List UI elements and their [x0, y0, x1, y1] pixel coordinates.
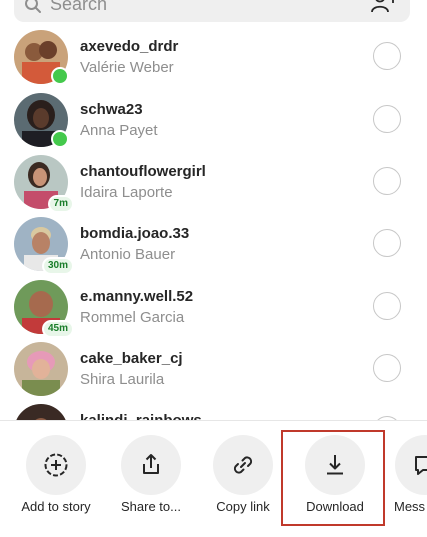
select-radio[interactable]: [373, 42, 401, 70]
share-sheet-screen: Search axevedo_drdr Valérie Weber schwa2…: [0, 0, 427, 537]
select-radio[interactable]: [373, 167, 401, 195]
search-icon: [25, 0, 41, 13]
contact-row[interactable]: axevedo_drdr Valérie Weber: [0, 30, 427, 92]
action-label: Share to...: [121, 499, 181, 514]
avatar: 7m: [14, 155, 74, 213]
action-label: Copy link: [216, 499, 270, 514]
contact-username: e.manny.well.52: [80, 288, 194, 305]
avatar: 30m: [14, 217, 74, 275]
select-radio[interactable]: [373, 292, 401, 320]
action-label: Add to story: [21, 499, 91, 514]
online-indicator: [51, 130, 69, 148]
share-to-button[interactable]: Share to...: [106, 421, 196, 531]
avatar: [14, 30, 69, 85]
share-icon: [143, 454, 159, 474]
message-button[interactable]: Mess: [382, 421, 427, 531]
add-to-story-icon: [44, 453, 68, 477]
download-highlight-box: [281, 430, 385, 526]
online-indicator: [51, 67, 69, 85]
contact-full-name: Rommel Garcia: [80, 309, 185, 326]
select-radio[interactable]: [373, 229, 401, 257]
contact-row[interactable]: schwa23 Anna Payet: [0, 93, 427, 155]
select-radio[interactable]: [373, 354, 401, 382]
active-ago-badge: 7m: [47, 195, 74, 213]
avatar: 45m: [14, 280, 74, 338]
active-ago-badge: 30m: [41, 257, 74, 275]
message-icon: [415, 456, 427, 475]
add-people-icon[interactable]: [370, 0, 400, 14]
contact-row[interactable]: 30m bomdia.joao.33 Antonio Bauer: [0, 217, 427, 279]
active-ago-badge: 45m: [41, 320, 74, 338]
search-bar[interactable]: Search: [14, 0, 410, 22]
copy-link-button[interactable]: Copy link: [198, 421, 288, 531]
contact-username: chantouflowergirl: [80, 163, 206, 180]
select-radio[interactable]: [373, 105, 401, 133]
search-placeholder: Search: [50, 0, 108, 14]
contact-username: cake_baker_cj: [80, 350, 183, 367]
contact-username: axevedo_drdr: [80, 38, 179, 55]
contact-username: bomdia.joao.33: [80, 225, 190, 242]
action-label: Mess: [394, 499, 426, 514]
avatar: [14, 342, 68, 396]
contact-row[interactable]: cake_baker_cj Shira Laurila: [0, 342, 427, 404]
avatar: [14, 93, 69, 148]
contact-full-name: Valérie Weber: [80, 59, 174, 76]
contact-full-name: Antonio Bauer: [80, 246, 176, 263]
contact-full-name: Shira Laurila: [80, 371, 165, 388]
contact-username: schwa23: [80, 101, 143, 118]
add-to-story-button[interactable]: Add to story: [11, 421, 101, 531]
contact-full-name: Idaira Laporte: [80, 184, 173, 201]
contact-row[interactable]: 7m chantouflowergirl Idaira Laporte: [0, 155, 427, 217]
contact-full-name: Anna Payet: [80, 122, 158, 139]
contact-row[interactable]: 45m e.manny.well.52 Rommel Garcia: [0, 280, 427, 342]
link-icon: [233, 456, 253, 474]
